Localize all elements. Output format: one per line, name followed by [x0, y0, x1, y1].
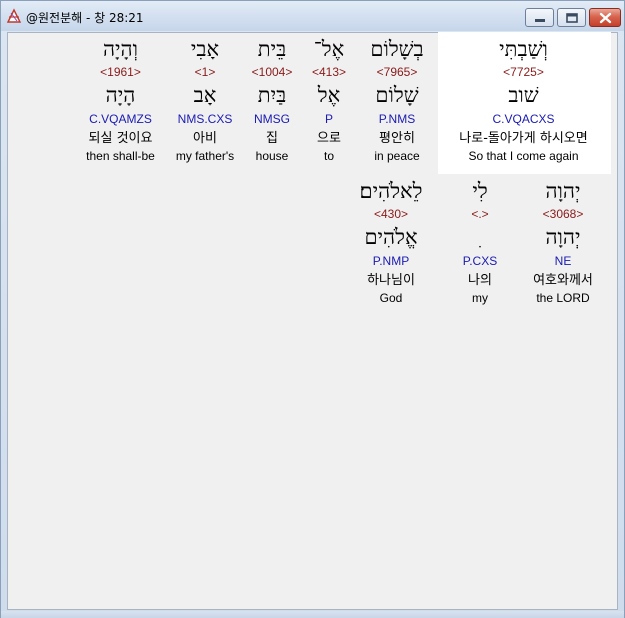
hebrew-word: יְהוָה — [545, 179, 581, 203]
hebrew-root: אֱלֹהִים — [364, 225, 418, 249]
korean-gloss: 여호와께서 — [533, 273, 593, 288]
hebrew-word: אֶל־ — [313, 37, 345, 61]
word-column[interactable]: לִי <.> ִ P.CXS 나의 my — [450, 177, 510, 313]
word-column[interactable]: בְשָׁלוֹם <7965> שָׁלוֹם P.NMS 평안히 in pe… — [360, 35, 434, 171]
strong-number[interactable]: <7965> — [360, 65, 434, 79]
english-gloss: God — [379, 291, 403, 305]
english-gloss: in peace — [374, 149, 420, 163]
word-column[interactable]: אָבִי <1> אָב NMS.CXS 아비 my father's — [168, 35, 242, 171]
korean-gloss: 나의 — [468, 273, 492, 288]
minimize-button[interactable] — [525, 8, 554, 27]
hebrew-word: וְשַׁבְתִּי — [499, 37, 548, 61]
strong-number[interactable]: <1004> — [244, 65, 300, 79]
window-bottom-border — [1, 611, 624, 618]
hebrew-word: בֵּית — [257, 37, 287, 61]
strong-number[interactable]: <413> — [304, 65, 354, 79]
hebrew-word: וְהָיָה — [102, 37, 139, 61]
strong-number[interactable]: <7725> — [437, 65, 610, 79]
hebrew-root: בַּיִת — [257, 83, 287, 107]
morphology-code: NMSG — [254, 112, 290, 126]
korean-gloss: 하나님이 — [367, 273, 415, 288]
word-column[interactable]: וְשַׁבְתִּי <7725> שׁוב C.VQACXS 나로-돌아가게… — [437, 35, 610, 171]
window-title: @원전분해 - 창 28:21 — [26, 11, 144, 25]
word-column[interactable]: בֵּית <1004> בַּיִת NMSG 집 house — [244, 35, 300, 171]
hebrew-root: יְהוָה — [545, 225, 581, 249]
morphology-code: NMS.CXS — [177, 112, 233, 126]
morphology-code: P.NMS — [378, 112, 416, 126]
english-gloss: my — [472, 291, 488, 305]
english-gloss: then shall-be — [86, 149, 155, 163]
title-bar[interactable]: @원전분해 - 창 28:21 — [1, 1, 624, 31]
close-icon — [599, 12, 612, 24]
word-column[interactable]: לֵאלֹהִים׃ <430> אֱלֹהִים P.NMP 하나님이 God — [340, 177, 442, 313]
hebrew-root: אָב — [193, 83, 217, 107]
hebrew-root: שָׁלוֹם — [375, 83, 419, 107]
bible-app-icon[interactable] — [6, 8, 22, 24]
english-gloss: to — [323, 149, 334, 163]
morphology-code: NE — [554, 254, 572, 268]
word-column[interactable]: וְהָיָה <1961> הָיָה C.VQAMZS 되실 것이요 the… — [78, 35, 163, 171]
maximize-icon — [566, 13, 578, 23]
hebrew-root: הָיָה — [105, 83, 136, 107]
english-gloss: my father's — [175, 149, 235, 163]
morphology-code: P — [324, 112, 333, 126]
korean-gloss: 평안히 — [379, 131, 415, 146]
hebrew-word: בְשָׁלוֹם — [370, 37, 424, 61]
hebrew-word: אָבִי — [190, 37, 220, 61]
morphology-code: P.CXS — [462, 254, 498, 268]
english-gloss: house — [255, 149, 289, 163]
korean-gloss: 아비 — [193, 131, 217, 146]
morphology-code: P.NMP — [372, 254, 410, 268]
minimize-icon — [535, 19, 545, 22]
hebrew-root: שׁוב — [508, 83, 539, 107]
hebrew-root: ִ — [450, 223, 510, 251]
english-gloss: the LORD — [536, 291, 590, 305]
strong-number[interactable]: <1> — [168, 65, 242, 79]
word-column[interactable]: יְהוָה <3068> יְהוָה NE 여호와께서 the LORD — [520, 177, 606, 313]
hebrew-word: לִי — [472, 179, 488, 203]
korean-gloss: 으로 — [317, 131, 341, 146]
strong-number[interactable]: <1961> — [78, 65, 163, 79]
hebrew-root: אֶל — [317, 83, 341, 107]
word-column[interactable]: אֶל־ <413> אֶל P 으로 to — [304, 35, 354, 171]
morphology-code: C.VQACXS — [492, 112, 555, 126]
english-gloss: So that I come again — [468, 149, 579, 163]
strong-number[interactable]: <430> — [340, 207, 442, 221]
strong-number[interactable]: <.> — [450, 207, 510, 221]
close-button[interactable] — [589, 8, 621, 27]
korean-gloss: 나로-돌아가게 하시오면 — [459, 131, 588, 146]
korean-gloss: 집 — [266, 131, 278, 146]
morphology-code: C.VQAMZS — [89, 112, 152, 126]
strong-number[interactable]: <3068> — [520, 207, 606, 221]
maximize-button[interactable] — [557, 8, 586, 27]
korean-gloss: 되실 것이요 — [88, 131, 153, 146]
hebrew-word: לֵאלֹהִים׃ — [359, 179, 423, 203]
